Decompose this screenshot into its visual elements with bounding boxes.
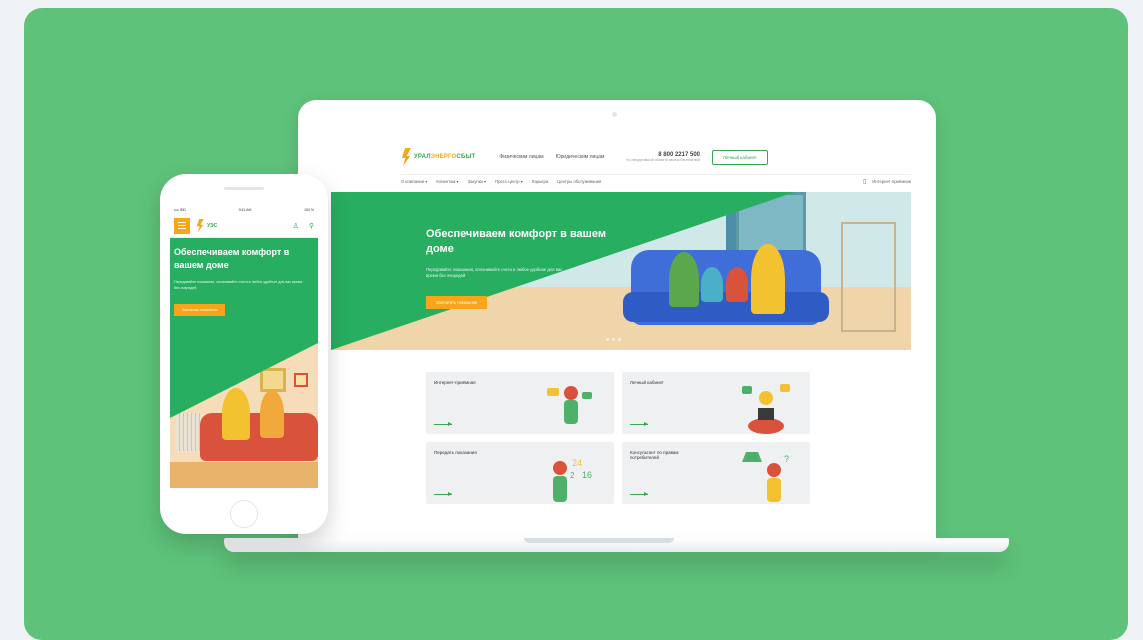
nav-item-career[interactable]: Карьера [532,179,548,184]
hero-text: Передавайте показания, оплачивайте счета… [426,267,563,278]
contact-phone: 8 800 2217 500 по свердловской области з… [626,152,700,162]
link-legal-entities[interactable]: Юридическим лицам [556,154,605,160]
carrier: •••• IDD [174,208,186,212]
mobile-logo-text: УЭС [207,222,218,229]
laptop-camera [612,112,617,117]
status-time: 9:41 AM [238,208,252,212]
red-sofa-illustration [200,413,318,461]
svg-text:?: ? [784,454,789,464]
arrow-right-icon [630,492,648,496]
tile-label: Интернет-приёмная [434,380,476,385]
laptop-notch [524,538,674,543]
woman-with-numbers-illustration: 2416 2 [553,458,592,502]
tile-submit-readings[interactable]: Передать показания 24 16 2 [426,442,614,504]
tile-label: Личный кабинет [630,380,664,385]
tile-label: Консультант по правам потребителей [630,450,679,460]
floor-illustration [170,462,318,488]
mobile-hero-text: Передавайте показания, оплачивайте счета… [174,280,303,290]
nav-item-purchases[interactable]: Закупки ▾ [468,179,487,184]
site-logo[interactable]: УРАЛЭНЕРГОСБЫТ [401,148,475,166]
man-with-phone-illustration [547,386,592,424]
radiator-illustration [176,413,202,451]
shelf-illustration [841,222,896,332]
hero-title: Обеспечиваем комфорт в вашем доме [426,228,606,255]
smartphone: •••• IDD 9:41 AM 100 % УЭС ♙ ⚲ Обеспечив… [160,174,328,534]
tile-internet-reception[interactable]: Интернет-приёмная [426,372,614,434]
site-nav: О компании ▾ Клиентам ▾ Закупки ▾ Пресс-… [401,174,911,188]
hero-cta-button[interactable]: Заплатить показания [426,296,488,309]
mobile-logo[interactable]: УЭС [196,218,218,233]
svg-text:16: 16 [582,470,592,480]
mobile-header-icons: ♙ ⚲ [293,222,314,230]
phone-note: по свердловской области звонок бесплатны… [626,158,700,162]
hero-banner: Обеспечиваем комфорт в вашем доме Переда… [331,192,911,350]
family-child-illustration [701,267,723,302]
showcase-card: УРАЛЭНЕРГОСБЫТ Физическим лицам Юридичес… [24,8,1128,640]
nav-item-clients[interactable]: Клиентам ▾ [436,179,458,184]
service-tiles: Интернет-приёмная Личный кабинет Передат… [426,372,811,504]
lightning-logo-icon [196,218,204,233]
nav-item-press[interactable]: Пресс-центр ▾ [495,179,523,184]
personal-cabinet-button[interactable]: Личный кабинет [712,149,768,165]
family-child2-illustration [726,267,748,302]
tile-consumer-rights[interactable]: Консультант по правам потребителей ? [622,442,810,504]
user-icon[interactable]: ♙ [293,222,299,230]
man-with-lamp-illustration: ? [742,452,789,502]
woman-with-laptop-illustration [742,384,790,434]
status-bar: •••• IDD 9:41 AM 100 % [170,206,318,214]
logo-text: УРАЛЭНЕРГОСБЫТ [414,154,476,160]
site-header: УРАЛЭНЕРГОСБЫТ Физическим лицам Юридичес… [401,140,911,174]
tile-personal-cabinet[interactable]: Личный кабинет [622,372,810,434]
tile-label: Передать показания [434,450,477,455]
nav-right: ▯ Интернет-приёмная [863,178,911,185]
home-button[interactable] [230,500,258,528]
search-icon[interactable]: ⚲ [309,222,314,230]
nav-internet-reception[interactable]: Интернет-приёмная [872,179,911,184]
carousel-dots[interactable] [606,338,621,341]
desktop-website: УРАЛЭНЕРГОСБЫТ Физическим лицам Юридичес… [331,140,911,520]
couple-man-illustration [222,388,250,440]
link-individuals[interactable]: Физическим лицам [499,154,543,160]
nav-item-service-centers[interactable]: Центры обслуживания [557,179,601,184]
svg-text:2: 2 [570,471,575,480]
battery: 100 % [304,208,314,212]
lightning-logo-icon [402,148,411,166]
picture-frame-illustration [260,368,286,392]
mobile-hero: Обеспечиваем комфорт в вашем доме Переда… [170,238,318,488]
svg-text:24: 24 [572,458,582,468]
mobile-header: УЭС ♙ ⚲ [170,214,318,238]
family-father-illustration [751,244,785,314]
arrow-right-icon [434,422,452,426]
arrow-right-icon [434,492,452,496]
mobile-hero-cta-button[interactable]: Заплатить показания [174,304,226,316]
small-frame-illustration [294,373,308,387]
phone-icon[interactable]: ▯ [863,178,866,185]
phone-speaker [224,187,264,190]
family-mother-illustration [669,252,699,307]
laptop-screen: УРАЛЭНЕРГОСБЫТ Физическим лицам Юридичес… [298,100,936,540]
menu-icon[interactable] [174,217,190,234]
couple-woman-illustration [260,390,284,438]
mobile-hero-title: Обеспечиваем комфорт в вашем доме [174,247,290,270]
arrow-right-icon [630,422,648,426]
nav-item-about[interactable]: О компании ▾ [401,179,427,184]
mobile-website: •••• IDD 9:41 AM 100 % УЭС ♙ ⚲ Обеспечив… [170,206,318,488]
